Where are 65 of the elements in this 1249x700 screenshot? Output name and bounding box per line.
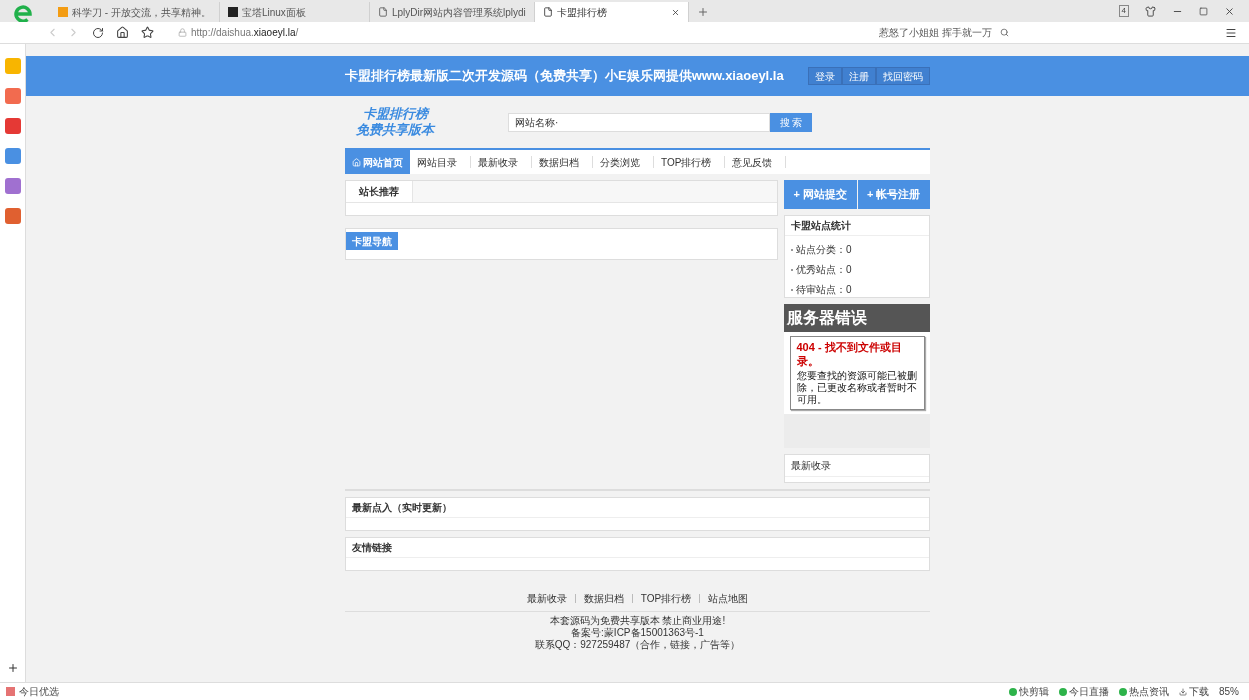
stat-item: 优秀站点：0: [796, 263, 852, 277]
nav-tab[interactable]: TOP排行榜: [654, 150, 719, 174]
address-field[interactable]: http://daishua.xiaoeyl.la/: [178, 25, 778, 40]
close-tab-icon[interactable]: [670, 7, 680, 17]
footer-text: 备案号:蒙ICP备15001363号-1: [571, 627, 704, 639]
zoom-level[interactable]: 85%: [1219, 684, 1239, 699]
sidebar-app-icon[interactable]: [4, 148, 21, 164]
page-icon: [542, 7, 553, 17]
error-heading: 404 - 找不到文件或目录。: [796, 340, 903, 368]
nav-tab[interactable]: 网站目录: [410, 150, 464, 174]
home-icon: [352, 157, 361, 167]
panel-title: 最新收录: [785, 455, 929, 477]
tab-count[interactable]: 4: [1118, 5, 1129, 17]
skin-icon[interactable]: [1145, 5, 1156, 17]
search-box[interactable]: 惹怒了小姐姐 挥手就一万: [879, 25, 1009, 40]
browser-logo-icon: [14, 4, 32, 22]
footer-link[interactable]: 最新收录: [526, 591, 567, 606]
lock-icon: [178, 28, 187, 37]
panel-title: 最新点入（实时更新）: [346, 498, 929, 518]
reload-icon[interactable]: [92, 26, 104, 39]
panel-title: 友情链接: [346, 538, 929, 558]
nav-tab[interactable]: 意见反馈: [725, 150, 780, 174]
footer-text: 本套源码为免费共享版本 禁止商业用途!: [549, 615, 726, 627]
error-panel-title: 服务器错误: [784, 304, 930, 332]
sidebar-app-icon[interactable]: [4, 208, 21, 224]
panel-label: 卡盟导航: [346, 232, 398, 250]
stat-item: 待审站点：0: [796, 283, 852, 297]
download-icon: [1179, 687, 1187, 696]
site-title: 卡盟排行榜最新版二次开发源码（免费共享）小E娱乐网提供www.xiaoeyl.la: [345, 67, 784, 86]
browser-tab[interactable]: 卡盟排行榜: [534, 2, 689, 22]
header-button[interactable]: 找回密码: [876, 67, 930, 85]
status-item[interactable]: 今日直播: [1059, 684, 1109, 699]
footer-link[interactable]: TOP排行榜: [640, 591, 692, 606]
nav-tab[interactable]: 分类浏览: [593, 150, 647, 174]
restore-icon[interactable]: [1199, 6, 1208, 16]
home-icon[interactable]: [116, 26, 129, 39]
close-icon[interactable]: [1224, 5, 1235, 17]
favorite-icon[interactable]: [141, 26, 154, 39]
status-text[interactable]: 今日优选: [19, 684, 59, 699]
panel-title: 卡盟站点统计: [785, 216, 929, 236]
menu-icon[interactable]: [1225, 26, 1237, 39]
error-message: 您要查找的资源可能已被删除，已更改名称或者暂时不可用。: [796, 370, 918, 406]
nav-tab[interactable]: 最新收录: [471, 150, 525, 174]
site-icon: [227, 7, 238, 17]
page-icon: [377, 7, 388, 17]
status-item[interactable]: 快剪辑: [1009, 684, 1049, 699]
footer-link[interactable]: 站点地图: [708, 591, 749, 606]
new-tab-icon[interactable]: [696, 6, 709, 18]
sidebar-app-icon[interactable]: [4, 88, 21, 104]
footer-text: 联系QQ：927259487（合作，链接，广告等）: [534, 639, 741, 651]
add-icon[interactable]: [6, 662, 19, 674]
nav-tab[interactable]: 数据归档: [532, 150, 586, 174]
sidebar-app-icon[interactable]: [4, 118, 21, 134]
footer-link[interactable]: 数据归档: [583, 591, 624, 606]
site-logo: 卡盟排行榜 免费共享版本: [355, 106, 437, 138]
sidebar-app-icon[interactable]: [4, 178, 21, 194]
search-icon[interactable]: [1000, 28, 1009, 37]
site-icon: [58, 7, 68, 17]
header-button[interactable]: 登录: [808, 67, 842, 85]
stat-item: 站点分类：0: [796, 243, 852, 257]
status-item[interactable]: 热点资讯: [1119, 684, 1169, 699]
status-item[interactable]: 下载: [1179, 684, 1209, 699]
search-field[interactable]: 网站名称·: [508, 112, 770, 132]
header-button[interactable]: 注册: [842, 67, 876, 85]
panel-tab[interactable]: 站长推荐: [346, 181, 413, 202]
